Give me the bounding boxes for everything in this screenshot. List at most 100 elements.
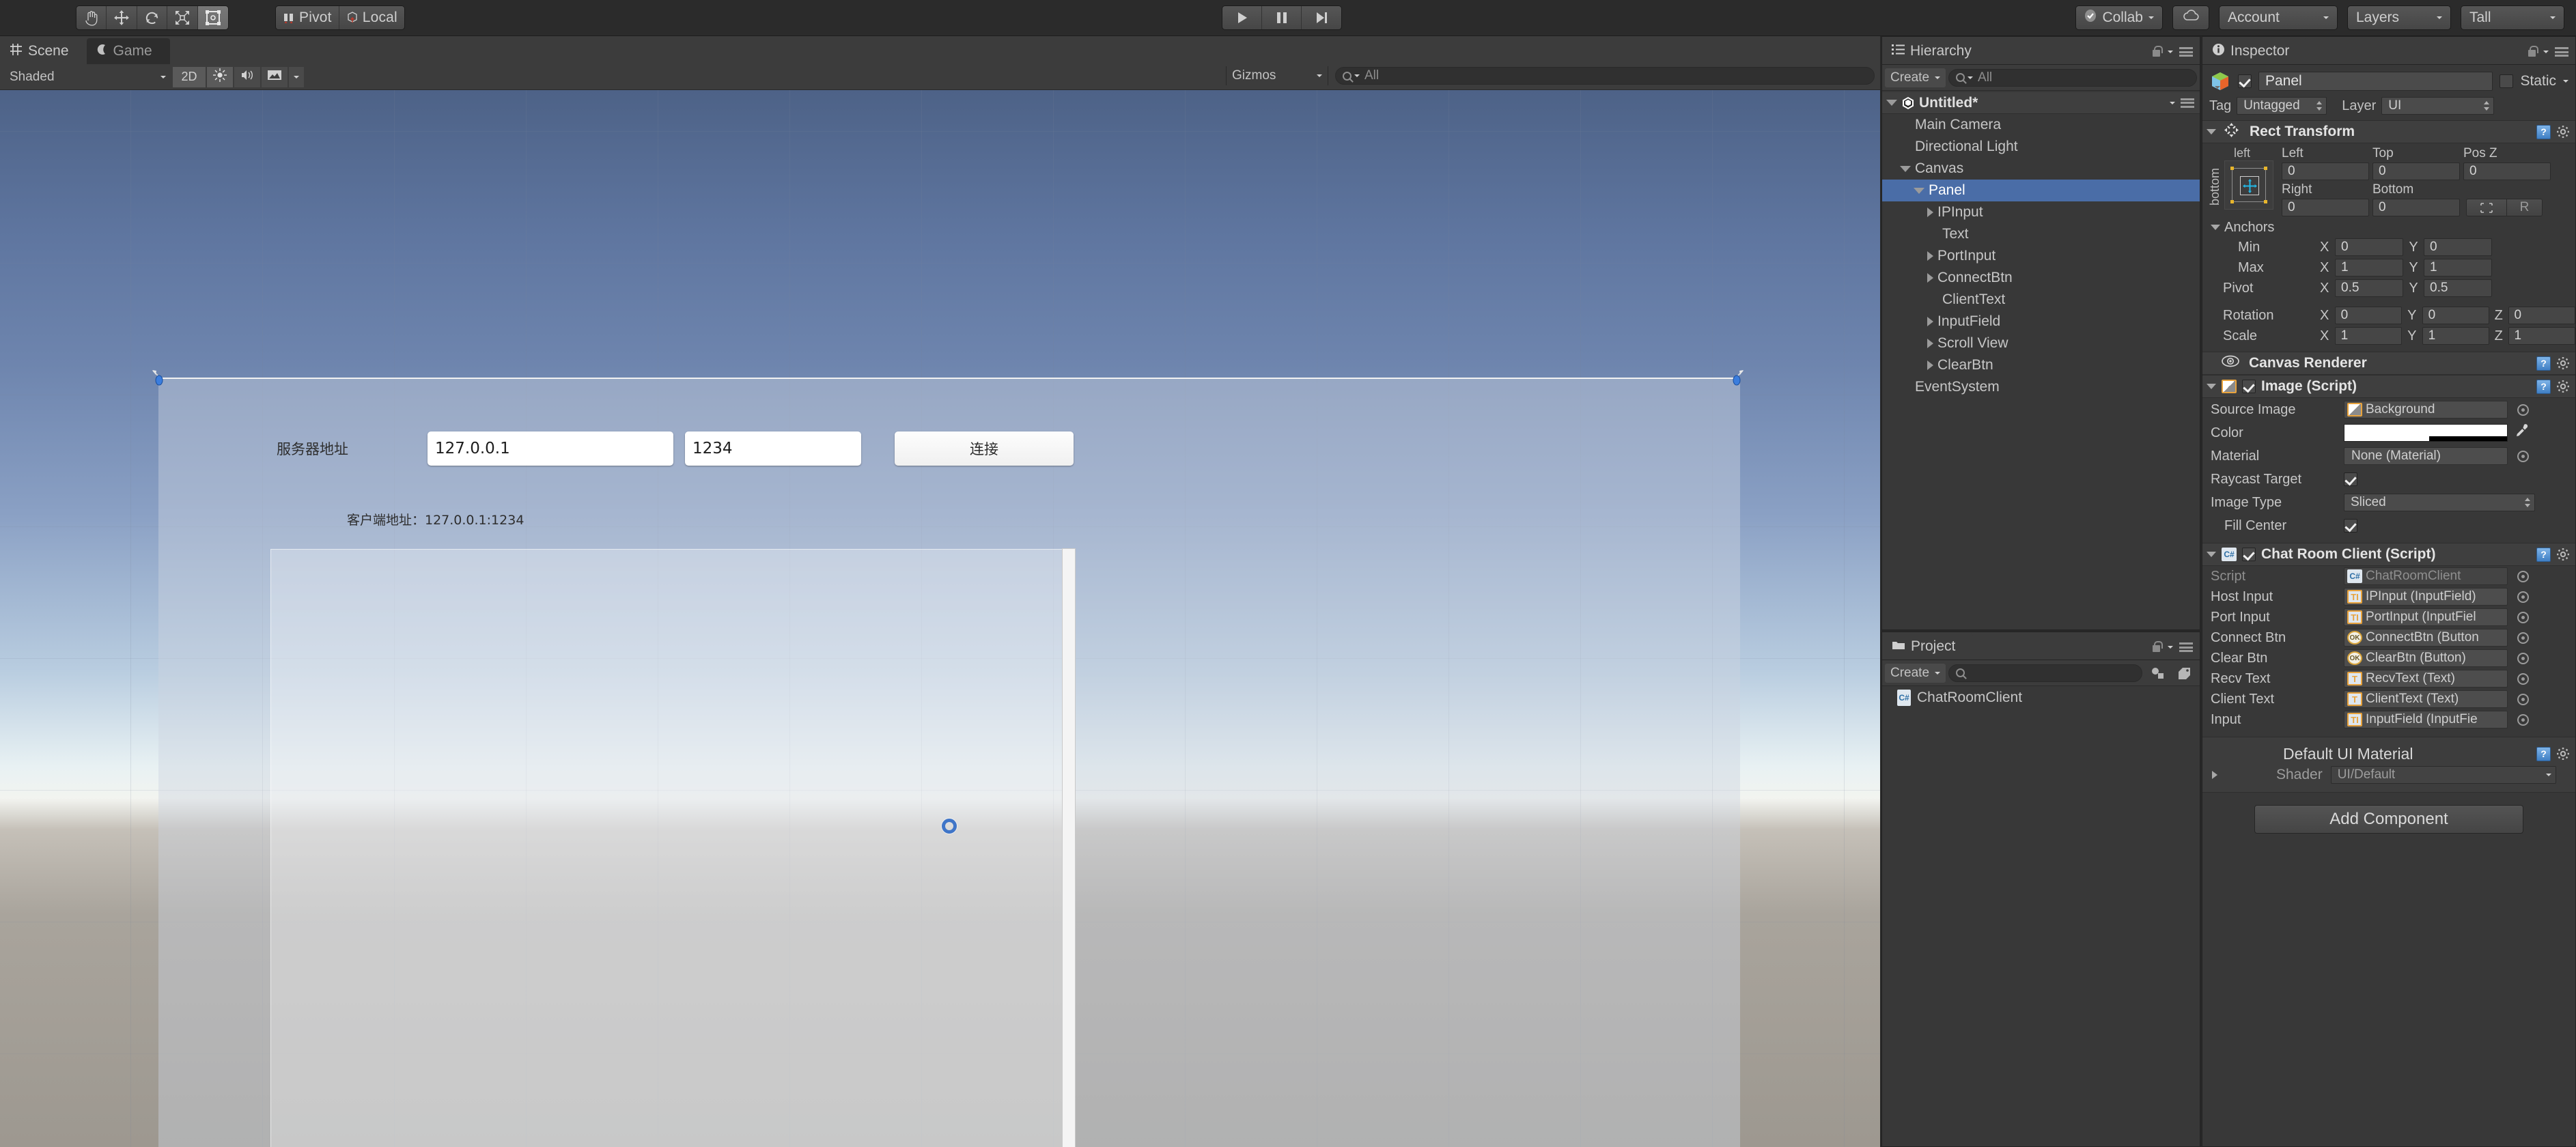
object-picker-button[interactable] <box>2517 652 2529 664</box>
layers-dropdown[interactable]: Layers <box>2348 6 2450 29</box>
source-image-field[interactable]: Background <box>2344 401 2508 419</box>
gizmos-dropdown[interactable]: Gizmos <box>1226 66 1328 85</box>
right-field[interactable]: 0 <box>2282 199 2369 216</box>
project-create-button[interactable]: Create <box>1885 663 1946 683</box>
anchor-handle-top-right[interactable] <box>1729 369 1744 386</box>
chevron-right-icon[interactable] <box>1927 251 1933 261</box>
hierarchy-item-text[interactable]: Text <box>1882 223 2200 245</box>
scale-x-field[interactable]: 1 <box>2334 327 2403 345</box>
top-field[interactable]: 0 <box>2372 162 2460 180</box>
anchors-foldout[interactable]: Anchors <box>2202 218 2575 237</box>
blueprint-mode-button[interactable] <box>2466 199 2507 216</box>
scene-viewport[interactable]: 服务器地址 127.0.0.1 1234 连接 客户端地址：127.0.0.1:… <box>0 90 1880 1147</box>
connect-button[interactable]: 连接 <box>895 431 1074 466</box>
anchor-min-x-field[interactable]: 0 <box>2335 238 2403 256</box>
pivot-y-field[interactable]: 0.5 <box>2424 279 2492 297</box>
object-picker-button[interactable] <box>2517 591 2529 603</box>
chevron-down-icon[interactable] <box>2207 384 2216 389</box>
gear-icon[interactable] <box>2556 548 2570 561</box>
tab-project[interactable]: Project <box>1882 634 1974 660</box>
layer-dropdown[interactable]: UI <box>2381 97 2495 115</box>
gear-icon[interactable] <box>2556 747 2570 761</box>
help-icon[interactable]: ? <box>2536 124 2551 139</box>
chevron-right-icon[interactable] <box>1927 339 1933 348</box>
chat-field-object-reference[interactable]: OK ClearBtn (Button) <box>2344 649 2508 667</box>
image-type-dropdown[interactable]: Sliced <box>2344 494 2535 511</box>
hierarchy-item-scroll-view[interactable]: Scroll View <box>1882 332 2200 354</box>
scene-search-input[interactable]: All <box>1335 67 1875 85</box>
play-button[interactable] <box>1222 6 1262 29</box>
project-search-input[interactable] <box>1948 664 2142 682</box>
rotation-z-field[interactable]: 0 <box>2508 307 2575 324</box>
object-picker-button[interactable] <box>2517 672 2529 685</box>
pivot-mode-group[interactable]: Pivot Local <box>276 6 404 29</box>
help-icon[interactable]: ? <box>2536 379 2551 394</box>
left-field[interactable]: 0 <box>2282 162 2369 180</box>
anchor-max-y-field[interactable]: 1 <box>2424 259 2492 277</box>
chat-field-object-reference[interactable]: OK ConnectBtn (Button <box>2344 629 2508 647</box>
source-image-picker[interactable] <box>2517 403 2529 416</box>
hierarchy-item-clearbtn[interactable]: ClearBtn <box>1882 354 2200 376</box>
gear-icon[interactable] <box>2556 356 2570 370</box>
chat-field-object-reference[interactable]: TI PortInput (InputFiel <box>2344 608 2508 626</box>
hierarchy-item-directional-light[interactable]: Directional Light <box>1882 136 2200 158</box>
pivot-mode-button[interactable]: Pivot <box>276 6 339 29</box>
hierarchy-item-inputfield[interactable]: InputField <box>1882 311 2200 332</box>
scale-y-field[interactable]: 1 <box>2422 327 2490 345</box>
object-picker-button[interactable] <box>2517 713 2529 726</box>
bottom-field[interactable]: 0 <box>2372 199 2460 216</box>
chevron-down-icon[interactable] <box>1900 165 1911 172</box>
object-picker-button[interactable] <box>2517 611 2529 623</box>
chevron-down-icon[interactable] <box>1886 100 1897 106</box>
rect-transform-header[interactable]: Rect Transform ? <box>2202 120 2575 143</box>
tab-scene[interactable]: Scene <box>0 38 87 64</box>
rotate-tool-button[interactable] <box>137 6 167 29</box>
hierarchy-item-canvas[interactable]: Canvas <box>1882 158 2200 180</box>
pivot-x-field[interactable]: 0.5 <box>2335 279 2403 297</box>
account-dropdown[interactable]: Account <box>2220 6 2337 29</box>
gameobject-enabled-checkbox[interactable] <box>2238 74 2252 88</box>
draw-mode-dropdown[interactable]: Shaded <box>4 67 171 87</box>
project-filter-type-button[interactable] <box>2145 664 2170 683</box>
menu-icon[interactable] <box>2555 47 2568 57</box>
layout-dropdown[interactable]: Tall <box>2461 6 2564 29</box>
chevron-right-icon[interactable] <box>1927 360 1933 370</box>
material-picker[interactable] <box>2517 450 2529 462</box>
tab-hierarchy[interactable]: Hierarchy <box>1882 38 1989 64</box>
chevron-down-icon[interactable] <box>2563 80 2568 83</box>
gear-icon[interactable] <box>2556 380 2570 393</box>
anchor-preset-widget[interactable] <box>2224 160 2273 210</box>
step-button[interactable] <box>1302 6 1341 29</box>
tag-dropdown[interactable]: Untagged <box>2237 97 2327 115</box>
chevron-down-icon[interactable] <box>2211 225 2220 230</box>
hierarchy-item-connectbtn[interactable]: ConnectBtn <box>1882 267 2200 289</box>
hierarchy-item-clienttext[interactable]: ClientText <box>1882 289 2200 311</box>
gear-icon[interactable] <box>2556 125 2570 139</box>
anchor-min-y-field[interactable]: 0 <box>2424 238 2492 256</box>
chat-field-object-reference[interactable]: T RecvText (Text) <box>2344 670 2508 688</box>
chevron-right-icon[interactable] <box>1927 208 1933 217</box>
port-input-field[interactable]: 1234 <box>685 431 861 466</box>
hierarchy-item-eventsystem[interactable]: EventSystem <box>1882 376 2200 398</box>
chat-field-object-reference[interactable]: TI IPInput (InputField) <box>2344 588 2508 606</box>
anchor-max-x-field[interactable]: 1 <box>2335 259 2403 277</box>
object-picker-button[interactable] <box>2517 693 2529 705</box>
lock-icon[interactable] <box>2151 641 2163 653</box>
rotation-y-field[interactable]: 0 <box>2422 307 2490 324</box>
scene-lighting-toggle[interactable] <box>207 66 233 87</box>
scroll-view-vertical-scrollbar[interactable] <box>1062 548 1076 1147</box>
hierarchy-item-main-camera[interactable]: Main Camera <box>1882 114 2200 136</box>
eyedropper-icon[interactable] <box>2515 423 2530 442</box>
canvas-renderer-header[interactable]: Canvas Renderer ? <box>2202 352 2575 375</box>
tab-inspector[interactable]: Inspector <box>2202 38 2308 64</box>
chat-room-client-header[interactable]: C# Chat Room Client (Script) ? <box>2202 543 2575 566</box>
chat-room-client-enabled-checkbox[interactable] <box>2242 548 2256 561</box>
rotation-x-field[interactable]: 0 <box>2334 307 2403 324</box>
posz-field[interactable]: 0 <box>2463 162 2551 180</box>
gameobject-name-field[interactable]: Panel <box>2258 72 2493 91</box>
ip-input-field[interactable]: 127.0.0.1 <box>428 431 673 466</box>
anchor-handle-top-left[interactable] <box>152 369 165 386</box>
raycast-target-checkbox[interactable] <box>2344 472 2357 486</box>
scene-fx-toggle[interactable] <box>262 66 288 87</box>
shader-dropdown[interactable]: UI/Default <box>2330 766 2556 784</box>
